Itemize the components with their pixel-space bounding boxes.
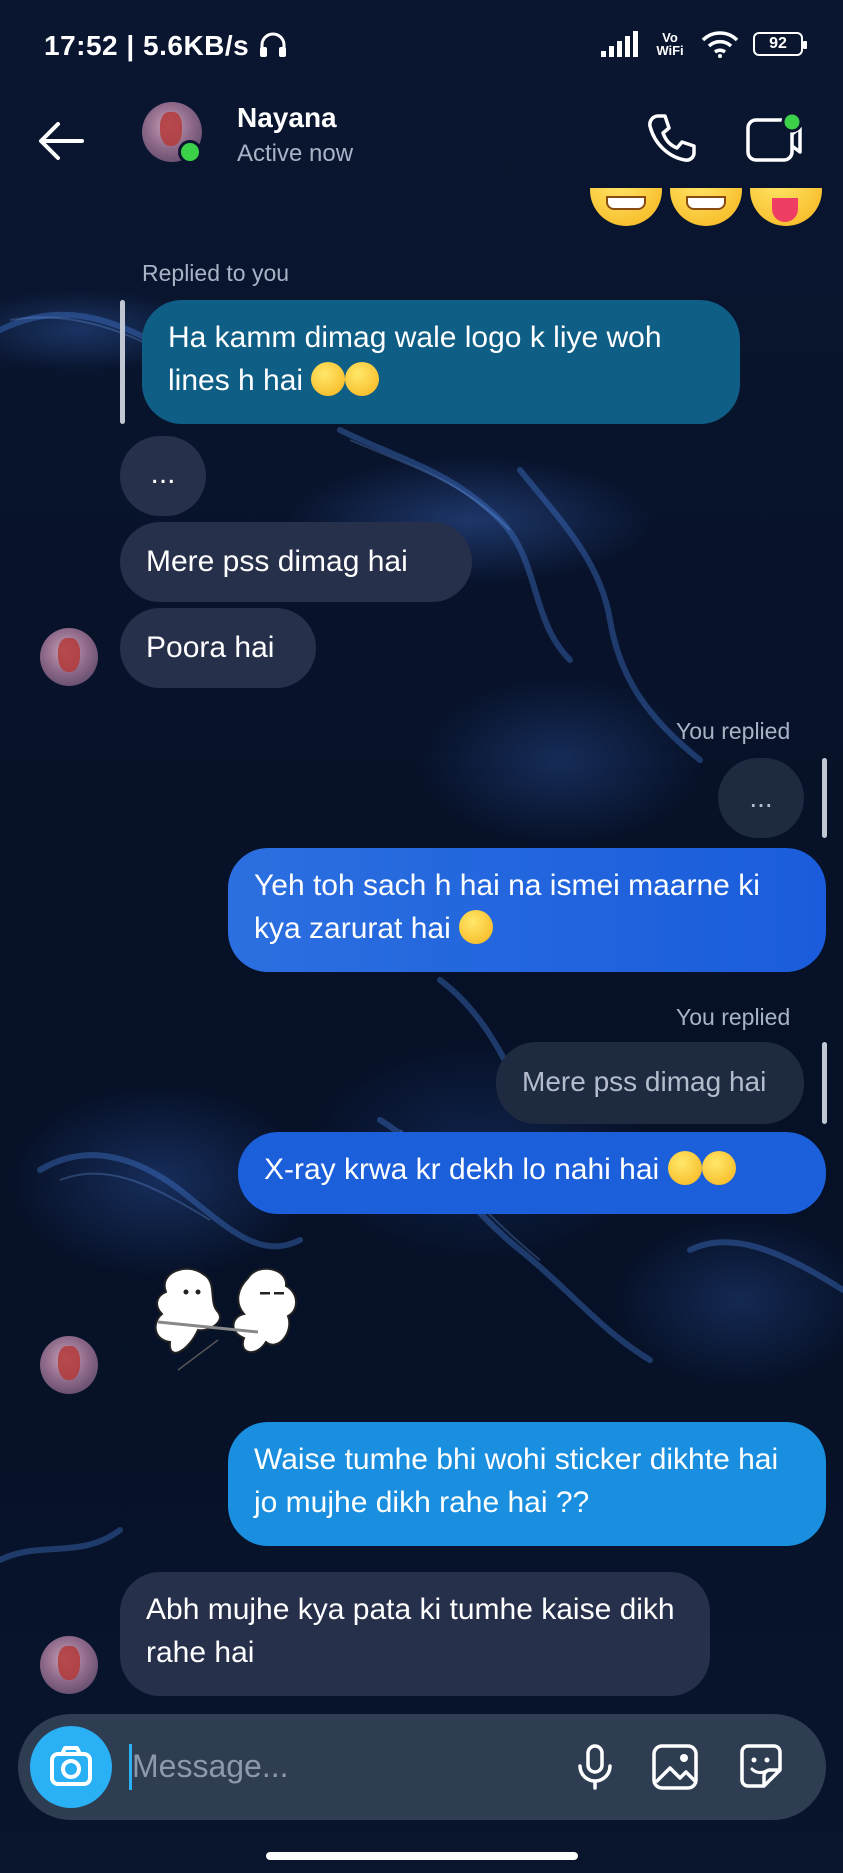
replied-to-you-label: Replied to you: [142, 260, 290, 286]
chat-header: Nayana Active now: [0, 96, 843, 192]
outgoing-message[interactable]: Waise tumhe bhi wohi sticker dikhte hai …: [228, 1422, 826, 1546]
battery-icon: 92: [753, 32, 807, 56]
incoming-message[interactable]: Abh mujhe kya pata ki tumhe kaise dikh r…: [120, 1572, 710, 1696]
vowifi-label: Vo WiFi: [656, 30, 684, 58]
contact-name[interactable]: Nayana: [237, 102, 337, 134]
incoming-message[interactable]: Mere pss dimag hai: [120, 522, 472, 602]
contact-avatar[interactable]: [40, 1336, 98, 1394]
contact-status: Active now: [237, 140, 354, 167]
incoming-message[interactable]: ...: [120, 436, 206, 516]
gallery-icon[interactable]: [650, 1742, 700, 1792]
microphone-icon[interactable]: [570, 1742, 620, 1792]
back-arrow-icon[interactable]: [34, 114, 88, 168]
grin-emoji-icon: [670, 188, 742, 226]
home-indicator[interactable]: [266, 1852, 578, 1860]
laughing-emoji-icon: [667, 1151, 702, 1185]
message-composer: [18, 1714, 826, 1820]
tongue-emoji-icon: [345, 362, 380, 396]
reply-indicator-bar: [120, 300, 125, 424]
headphones-icon: [259, 32, 286, 57]
sticker-icon[interactable]: [736, 1742, 786, 1792]
signal-icon: [601, 31, 638, 57]
emoji-reactions-partial: [590, 188, 830, 228]
outgoing-message[interactable]: Yeh toh sach h hai na ismei maarne ki ky…: [228, 848, 826, 972]
network-speed: | 5.6KB/s: [126, 30, 250, 61]
incoming-message[interactable]: Poora hai: [120, 608, 316, 688]
contact-avatar[interactable]: [40, 1636, 98, 1694]
phone-icon[interactable]: [642, 108, 702, 168]
status-time: 17:52 | 5.6KB/s: [44, 30, 288, 62]
outgoing-message[interactable]: X-ray krwa kr dekh lo nahi hai: [238, 1132, 826, 1214]
reply-indicator-bar: [822, 758, 827, 838]
you-replied-label: You replied: [676, 718, 791, 744]
online-indicator: [178, 140, 202, 164]
quoted-message[interactable]: Ha kamm dimag wale logo k liye woh lines…: [142, 300, 740, 424]
replied-message-preview[interactable]: Mere pss dimag hai: [496, 1042, 804, 1124]
replied-message-preview[interactable]: ...: [718, 758, 804, 838]
video-icon[interactable]: [742, 108, 806, 168]
you-replied-label: You replied: [676, 1004, 791, 1030]
camera-icon: [50, 1746, 92, 1786]
tongue-emoji-icon: [701, 1151, 736, 1185]
grin-emoji-icon: [590, 188, 662, 226]
contact-avatar[interactable]: [40, 628, 98, 686]
status-bar: 17:52 | 5.6KB/s Vo WiFi 92: [0, 0, 843, 96]
laughing-emoji-icon: [311, 362, 346, 396]
sticker-image[interactable]: [148, 1262, 328, 1374]
reply-indicator-bar: [822, 1042, 827, 1124]
message-input[interactable]: [132, 1736, 552, 1796]
tongue-emoji-icon: [750, 188, 822, 226]
wifi-icon: [701, 31, 739, 58]
camera-button[interactable]: [30, 1726, 112, 1808]
laughing-emoji-icon: [459, 910, 494, 944]
